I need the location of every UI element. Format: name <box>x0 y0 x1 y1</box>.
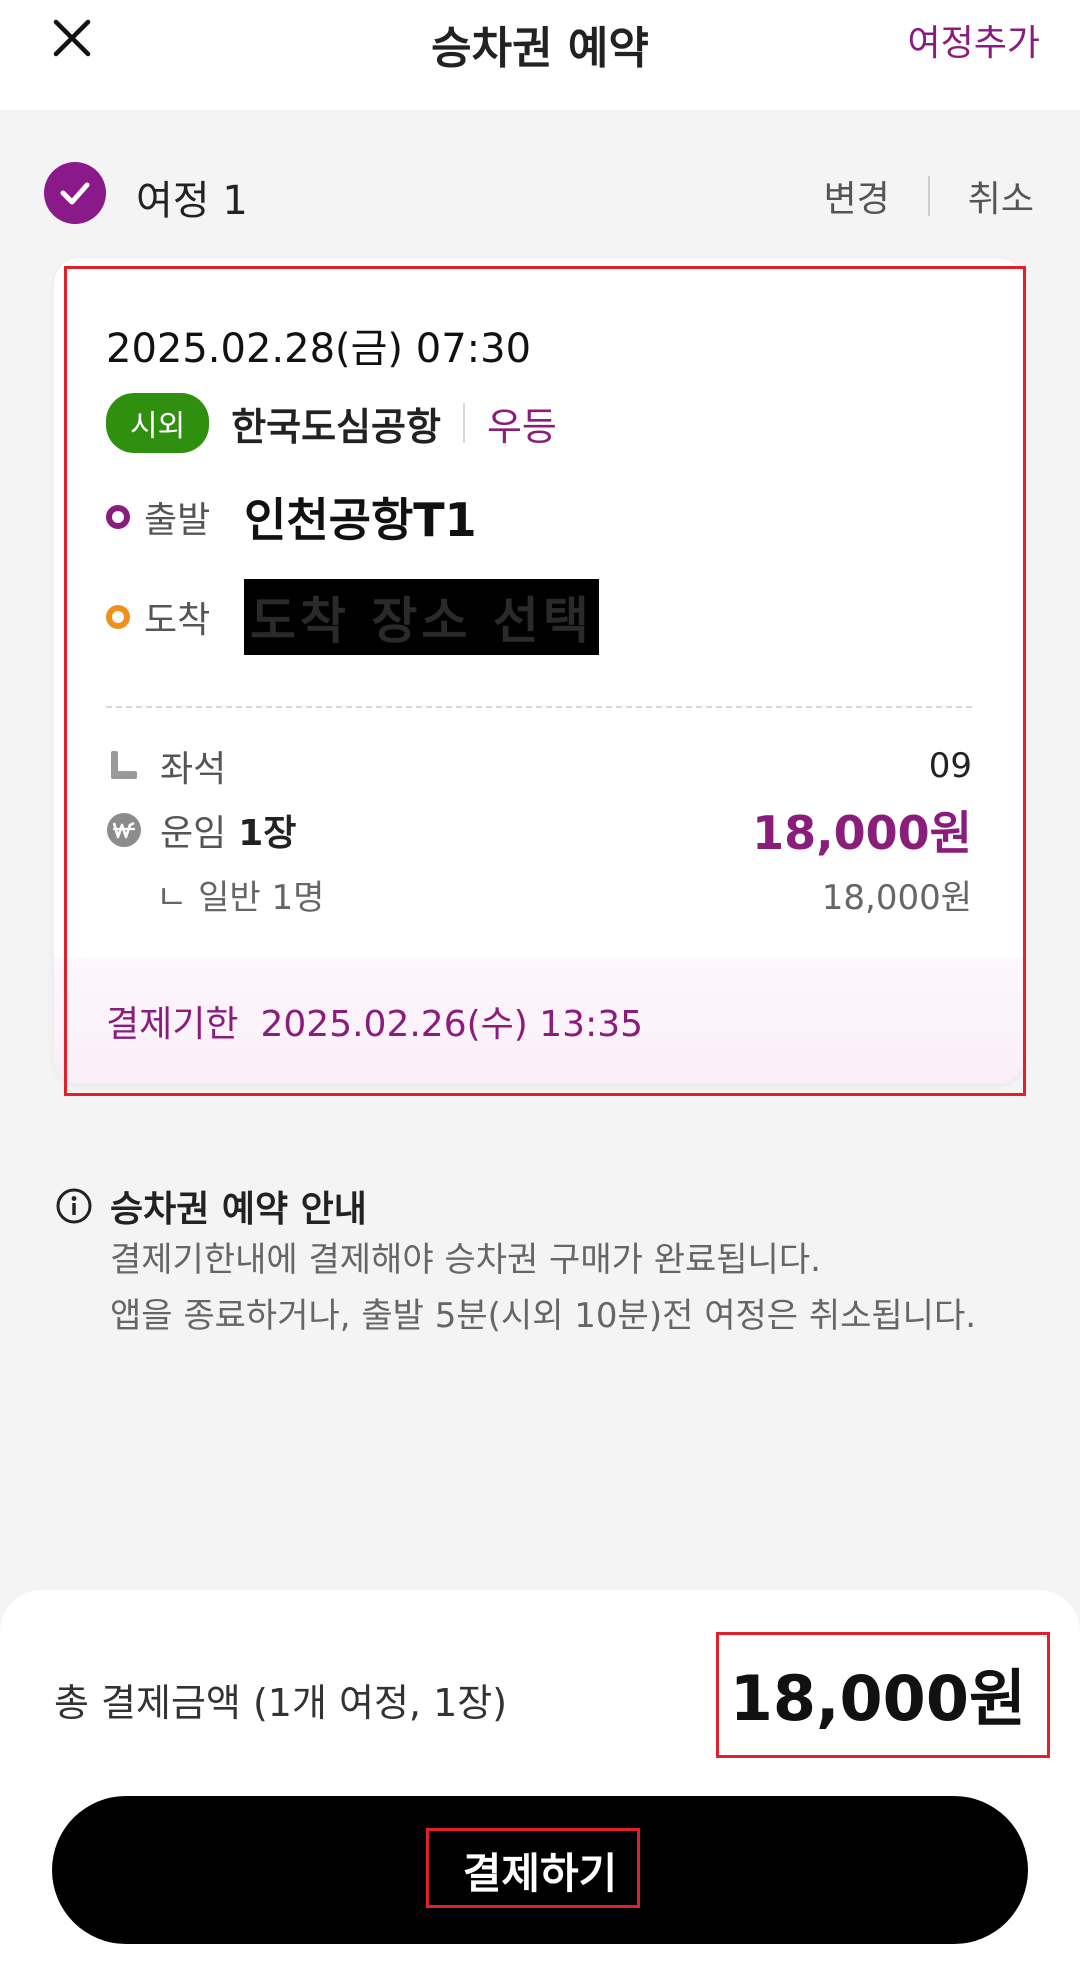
departure-dot-icon <box>106 505 130 529</box>
reservation-notice: 승차권 예약 안내 결제기한내에 결제해야 승차권 구매가 완료됩니다. 앱을 … <box>54 1180 1034 1344</box>
divider <box>462 403 465 443</box>
arrival-terminal-select[interactable]: 도착 장소 선택 <box>244 579 599 655</box>
total-amount-label: 총 결제금액 (1개 여정, 1장) <box>54 1681 508 1725</box>
seat-row: 좌석 09 <box>106 738 972 794</box>
check-icon <box>60 182 90 205</box>
cancel-trip-button[interactable]: 취소 <box>968 170 1034 222</box>
trip-select-checkbox[interactable] <box>44 162 106 224</box>
fare-row: 운임 1장 18,000원 <box>106 802 972 860</box>
fare-label: 운임 <box>160 813 227 854</box>
fare-amount: 18,000원 <box>752 806 972 860</box>
seat-icon <box>106 748 142 784</box>
payment-footer: 총 결제금액 (1개 여정, 1장) 18,000원 결제하기 <box>0 1590 1080 1964</box>
notice-title: 승차권 예약 안내 <box>110 1189 367 1230</box>
ticket-card: 2025.02.28(금) 07:30 시외 한국도심공항 우등 출발 인천공항… <box>54 258 1024 1084</box>
payment-deadline: 결제기한 2025.02.26(수) 13:35 <box>54 958 1024 1084</box>
departure-datetime: 2025.02.28(금) 07:30 <box>106 326 532 372</box>
total-amount: 18,000원 <box>729 1662 1026 1735</box>
route-info: 시외 한국도심공항 우등 <box>106 393 557 453</box>
arrival-label: 도착 <box>144 600 211 641</box>
bus-company: 한국도심공항 <box>231 404 441 449</box>
bus-grade: 우등 <box>486 404 557 449</box>
seat-label: 좌석 <box>160 749 227 790</box>
pay-button[interactable]: 결제하기 <box>52 1796 1028 1944</box>
route-type-badge: 시외 <box>106 393 210 453</box>
top-bar: 승차권 예약 여정추가 <box>0 0 1080 110</box>
departure-label: 출발 <box>144 500 211 541</box>
arrival-row: 도착 도착 장소 선택 <box>106 579 599 655</box>
ticket-count: 1장 <box>238 813 297 854</box>
dashed-divider <box>106 706 972 708</box>
passenger-type: ㄴ 일반 1명 <box>156 877 325 918</box>
departure-terminal[interactable]: 인천공항T1 <box>244 484 477 550</box>
divider <box>927 176 930 216</box>
add-trip-button[interactable]: 여정추가 <box>908 14 1040 66</box>
arrival-dot-icon <box>106 605 130 629</box>
change-trip-button[interactable]: 변경 <box>824 170 890 222</box>
deadline-label: 결제기한 <box>106 1004 239 1045</box>
seat-number: 09 <box>928 746 972 786</box>
info-icon <box>56 1188 92 1224</box>
passenger-row: ㄴ 일반 1명 18,000원 <box>106 866 972 922</box>
trip-label: 여정 1 <box>136 178 248 224</box>
passenger-fare: 18,000원 <box>821 877 972 918</box>
departure-row: 출발 인천공항T1 <box>106 482 477 552</box>
won-icon <box>106 812 142 848</box>
notice-line: 앱을 종료하거나, 출발 5분(시외 10분)전 여정은 취소됩니다. <box>110 1296 977 1336</box>
trip-header: 여정 1 변경 취소 <box>44 160 1034 228</box>
deadline-value: 2025.02.26(수) 13:35 <box>260 1004 644 1045</box>
notice-line: 결제기한내에 결제해야 승차권 구매가 완료됩니다. <box>110 1240 821 1280</box>
trip-actions: 변경 취소 <box>824 170 1034 222</box>
